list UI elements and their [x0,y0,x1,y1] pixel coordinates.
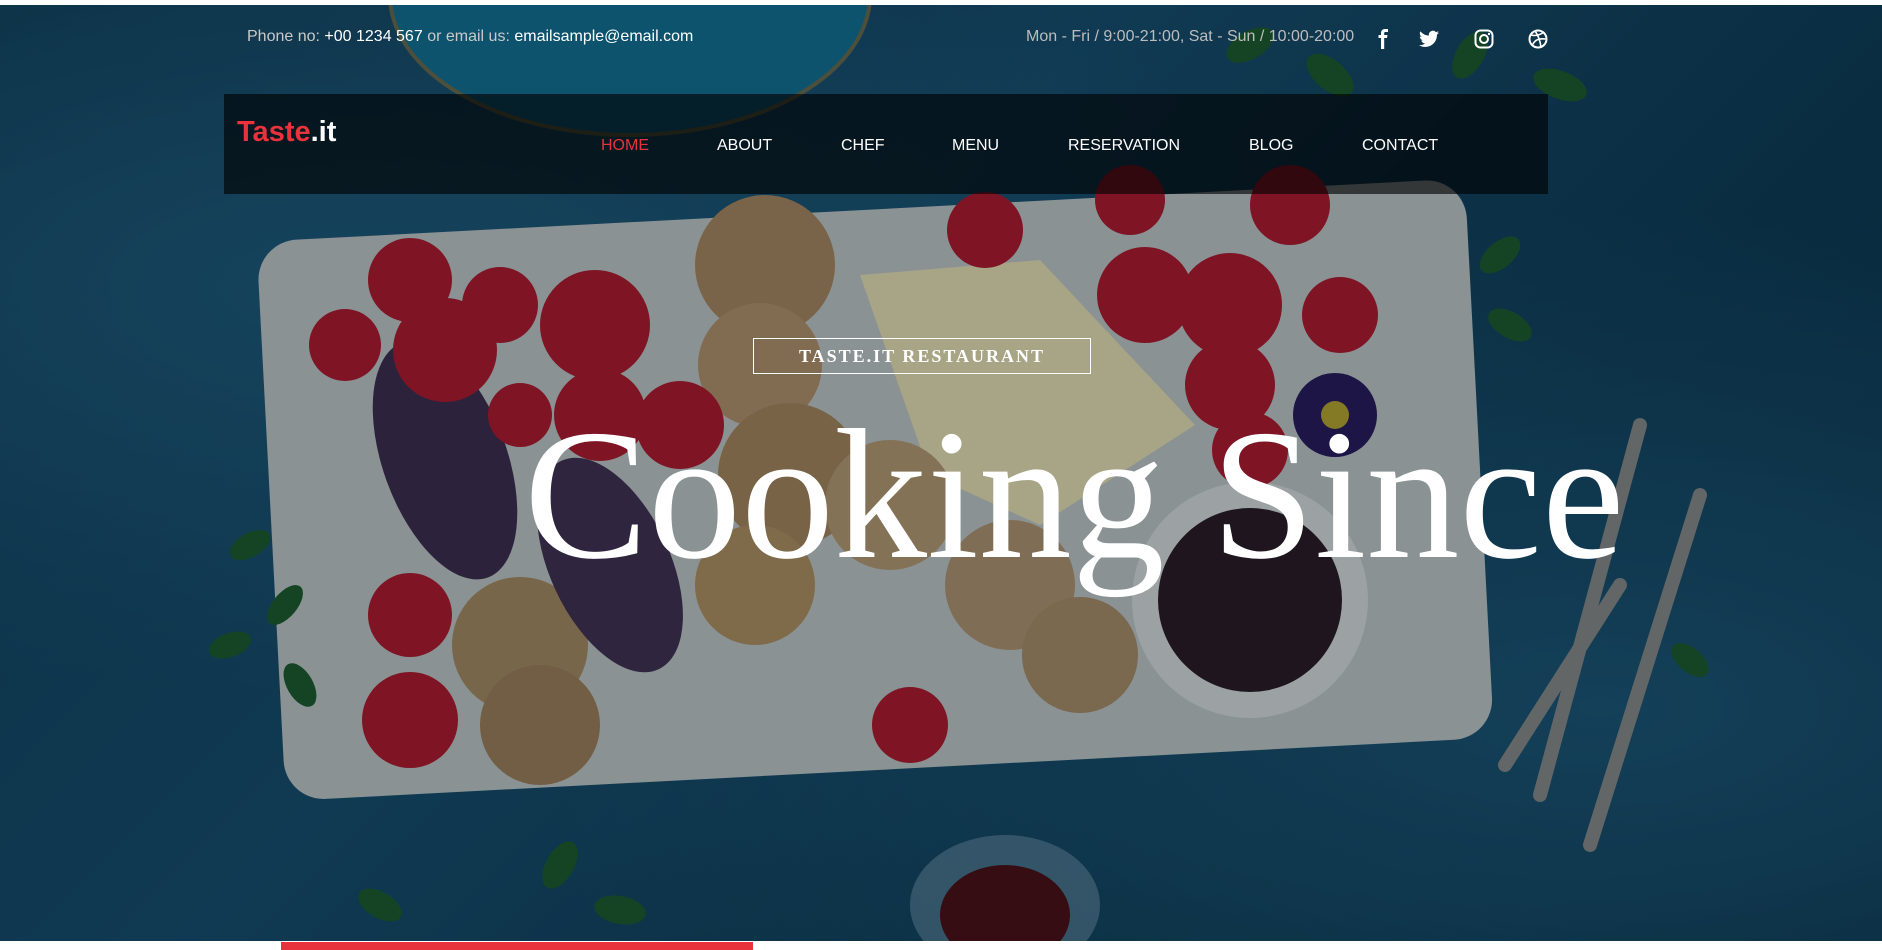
opening-hours: Mon - Fri / 9:00-21:00, Sat - Sun / 10:0… [1026,28,1355,45]
phone-number[interactable]: +00 1234 567 [324,28,422,45]
hero-tagline: TASTE.IT RESTAURANT [753,338,1091,374]
or-text: or [427,28,442,45]
nav-about[interactable]: ABOUT [717,137,772,155]
email-link[interactable]: emailsample@email.com [514,28,693,45]
slider-progress-bar [281,942,753,950]
nav-home[interactable]: HOME [601,137,649,155]
contact-info: Phone no: +00 1234 567 or email us: emai… [247,28,693,46]
nav-chef[interactable]: CHEF [841,137,885,155]
logo-suffix: .it [310,116,337,148]
main-navbar: Taste.it HOME ABOUT CHEF MENU RESERVATIO… [224,94,1548,194]
dribbble-icon[interactable] [1525,27,1551,51]
facebook-icon[interactable] [1370,27,1396,51]
phone-label: Phone no: [247,28,320,45]
twitter-icon[interactable] [1416,27,1442,51]
logo-brand: Taste [237,116,311,148]
nav-blog[interactable]: BLOG [1249,137,1293,155]
nav-reservation[interactable]: RESERVATION [1068,137,1180,155]
site-logo[interactable]: Taste.it [237,116,336,149]
hero-headline: Cooking Since [524,392,1625,598]
nav-contact[interactable]: CONTACT [1362,137,1438,155]
instagram-icon[interactable] [1471,27,1497,51]
email-label: email us: [445,28,510,45]
nav-menu[interactable]: MENU [952,137,999,155]
